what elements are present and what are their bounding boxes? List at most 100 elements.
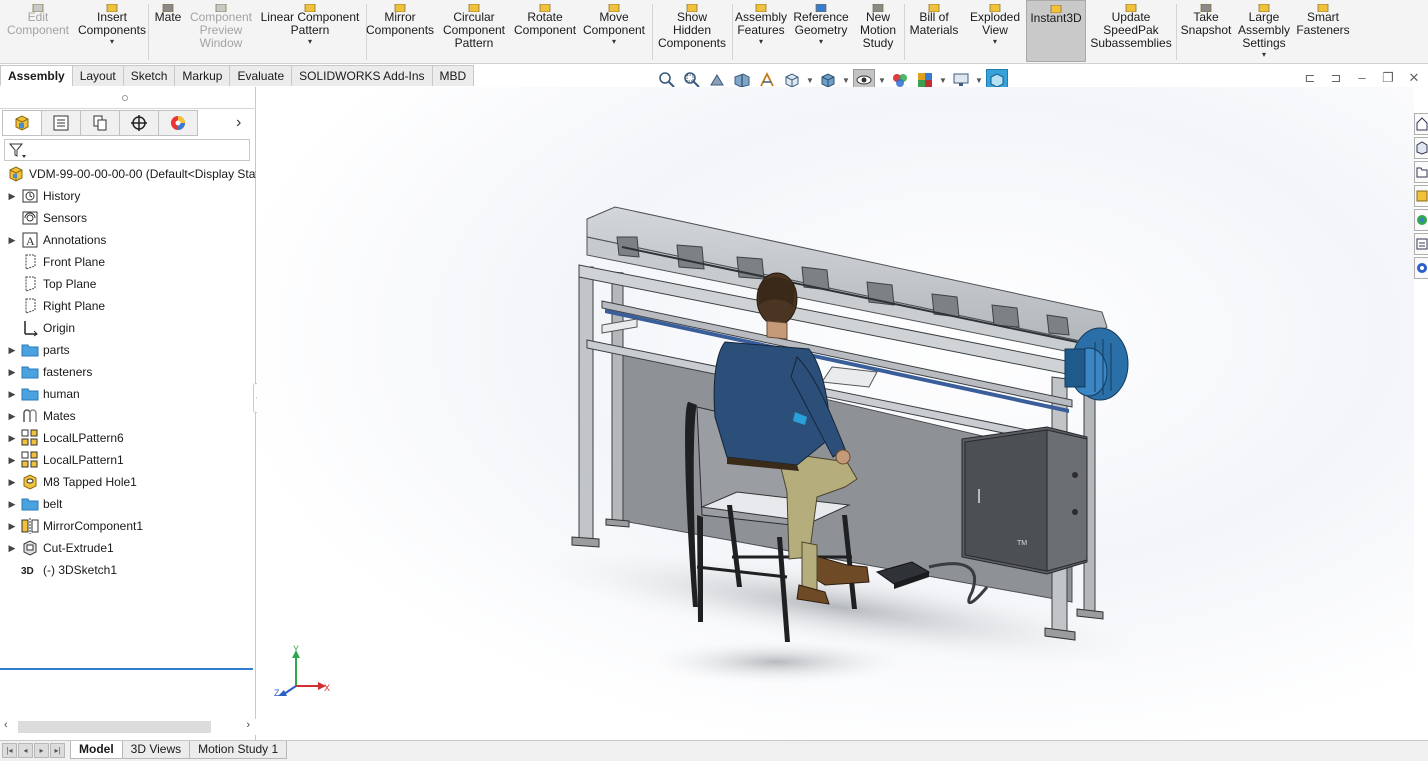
tree-item-top-plane[interactable]: Top Plane — [0, 273, 256, 295]
electrical-cabinet-model[interactable]: TM — [961, 426, 1088, 575]
tab-layout[interactable]: Layout — [71, 65, 124, 86]
configurationmanager-tab-icon[interactable] — [80, 110, 120, 136]
insert-components-button[interactable]: Insert Components ▾ — [76, 0, 148, 62]
hide-show-dropdown-icon[interactable]: ▼ — [878, 76, 886, 85]
assembly-features-button[interactable]: Assembly Features ▾ — [732, 0, 790, 62]
scrollbar-thumb[interactable] — [18, 721, 211, 733]
restore-icon[interactable]: ❐ — [1380, 70, 1396, 86]
expand-arrow-icon[interactable]: ▶ — [4, 367, 20, 378]
next-tab-icon[interactable]: ▸ — [34, 743, 49, 758]
graphics-area[interactable]: TM — [257, 87, 1414, 740]
motion-study-button[interactable]: New Motion Study — [852, 0, 904, 62]
previous-tab-icon[interactable]: ◂ — [18, 743, 33, 758]
display-style-dropdown-icon[interactable]: ▼ — [842, 76, 850, 85]
show-hidden-button[interactable]: Show Hidden Components — [652, 0, 732, 62]
displaymanager-tab-icon[interactable] — [158, 110, 198, 136]
appearances-icon[interactable] — [1414, 209, 1428, 231]
speedpak-button[interactable]: Update SpeedPak Subassemblies — [1086, 0, 1176, 62]
solidworks-resources-icon[interactable] — [1414, 113, 1428, 135]
dropdown-arrow-icon[interactable]: ▾ — [110, 37, 114, 47]
scroll-right-icon[interactable]: › — [246, 719, 250, 731]
dropdown-arrow-icon[interactable]: ▾ — [308, 37, 312, 47]
expand-arrow-icon[interactable]: ▶ — [4, 433, 20, 444]
tab-assembly[interactable]: Assembly — [0, 65, 73, 86]
bottom-tab-3d-views[interactable]: 3D Views — [121, 741, 191, 759]
tree-item-locallpattern1[interactable]: ▶ LocalLPattern1 — [0, 449, 256, 471]
scroll-left-icon[interactable]: ‹ — [4, 719, 8, 731]
tree-rollback-bar[interactable] — [0, 668, 253, 670]
featuremanager-tab-icon[interactable] — [2, 110, 42, 136]
tree-root-assembly[interactable]: VDM-99-00-00-00-00 (Default<Display Stat — [0, 163, 256, 185]
tree-horizontal-scrollbar[interactable]: ‹ › — [0, 719, 256, 735]
edit-component-button[interactable]: Edit Component — [0, 0, 76, 62]
dropdown-arrow-icon[interactable]: ▾ — [612, 37, 616, 47]
more-tabs-chevron-icon[interactable]: › — [236, 114, 241, 132]
tree-item-front-plane[interactable]: Front Plane — [0, 251, 256, 273]
bottom-tab-motion-study-1[interactable]: Motion Study 1 — [189, 741, 288, 759]
reference-geometry-button[interactable]: Reference Geometry ▾ — [790, 0, 852, 62]
mate-button[interactable]: Mate — [148, 0, 188, 62]
expand-arrow-icon[interactable]: ▶ — [4, 455, 20, 466]
tile-left-icon[interactable]: ⊏ — [1302, 70, 1318, 86]
rotate-component-button[interactable]: Rotate Component — [514, 0, 576, 62]
tree-item-locallpattern6[interactable]: ▶ LocalLPattern6 — [0, 427, 256, 449]
snapshot-button[interactable]: Take Snapshot — [1176, 0, 1236, 62]
expand-arrow-icon[interactable]: ▶ — [4, 389, 20, 400]
forum-icon[interactable] — [1414, 257, 1428, 279]
design-library-icon[interactable] — [1414, 137, 1428, 159]
tree-item-cut-extrude1[interactable]: ▶ Cut-Extrude1 — [0, 537, 256, 559]
instant3d-button[interactable]: Instant3D — [1026, 0, 1086, 62]
tab-markup[interactable]: Markup — [174, 65, 231, 86]
view-orientation-dropdown-icon[interactable]: ▼ — [806, 76, 814, 85]
large-assembly-button[interactable]: Large Assembly Settings ▾ — [1236, 0, 1292, 62]
dropdown-arrow-icon[interactable]: ▾ — [759, 37, 763, 47]
dropdown-arrow-icon[interactable]: ▾ — [993, 37, 997, 47]
dimxpertmanager-tab-icon[interactable] — [119, 110, 159, 136]
circular-pattern-button[interactable]: Circular Component Pattern — [434, 0, 514, 62]
feature-tree-filter[interactable] — [4, 139, 250, 161]
last-tab-icon[interactable]: ▸| — [50, 743, 65, 758]
tree-item-human[interactable]: ▶ human — [0, 383, 256, 405]
expand-arrow-icon[interactable]: ▶ — [4, 499, 20, 510]
move-component-button[interactable]: Move Component ▾ — [576, 0, 652, 62]
file-explorer-icon[interactable] — [1414, 161, 1428, 183]
tree-item-fasteners[interactable]: ▶ fasteners — [0, 361, 256, 383]
expand-arrow-icon[interactable]: ▶ — [4, 191, 20, 202]
tree-item-mirrorcomponent1[interactable]: ▶ MirrorComponent1 — [0, 515, 256, 537]
mirror-components-button[interactable]: Mirror Components — [366, 0, 434, 62]
custom-properties-icon[interactable] — [1414, 233, 1428, 255]
tree-item-m8-tapped-hole1[interactable]: ▶ M8 Tapped Hole1 — [0, 471, 256, 493]
minimize-icon[interactable]: – — [1354, 70, 1370, 86]
component-preview-button[interactable]: Component Preview Window — [188, 0, 254, 62]
tree-item-history[interactable]: ▶ History — [0, 185, 256, 207]
first-tab-icon[interactable]: |◂ — [2, 743, 17, 758]
apply-scene-dropdown-icon[interactable]: ▼ — [939, 76, 947, 85]
tab-mbd[interactable]: MBD — [431, 65, 475, 86]
view-palette-icon[interactable] — [1414, 185, 1428, 207]
tab-solidworks-add-ins[interactable]: SOLIDWORKS Add-Ins — [291, 65, 433, 86]
expand-arrow-icon[interactable]: ▶ — [4, 345, 20, 356]
tree-item-mates[interactable]: ▶ Mates — [0, 405, 256, 427]
tile-right-icon[interactable]: ⊐ — [1328, 70, 1344, 86]
close-icon[interactable]: ✕ — [1406, 70, 1422, 86]
tab-sketch[interactable]: Sketch — [122, 65, 176, 86]
bottom-tab-model[interactable]: Model — [70, 741, 123, 759]
linear-pattern-button[interactable]: Linear Component Pattern ▾ — [254, 0, 366, 62]
expand-arrow-icon[interactable]: ▶ — [4, 411, 20, 422]
propertymanager-tab-icon[interactable] — [41, 110, 81, 136]
expand-arrow-icon[interactable]: ▶ — [4, 521, 20, 532]
panel-grip-icon[interactable] — [122, 95, 128, 101]
dropdown-arrow-icon[interactable]: ▾ — [1262, 50, 1266, 60]
tree-item-annotations[interactable]: ▶ A Annotations — [0, 229, 256, 251]
tree-item-belt[interactable]: ▶ belt — [0, 493, 256, 515]
expand-arrow-icon[interactable]: ▶ — [4, 543, 20, 554]
tree-item-right-plane[interactable]: Right Plane — [0, 295, 256, 317]
expand-arrow-icon[interactable]: ▶ — [4, 477, 20, 488]
tree-item-parts[interactable]: ▶ parts — [0, 339, 256, 361]
tab-evaluate[interactable]: Evaluate — [229, 65, 293, 86]
exploded-view-button[interactable]: Exploded View ▾ — [964, 0, 1026, 62]
tree-item-origin[interactable]: Origin — [0, 317, 256, 339]
tree-item-sensors[interactable]: Sensors — [0, 207, 256, 229]
dropdown-arrow-icon[interactable]: ▾ — [819, 37, 823, 47]
view-settings-dropdown-icon[interactable]: ▼ — [975, 76, 983, 85]
